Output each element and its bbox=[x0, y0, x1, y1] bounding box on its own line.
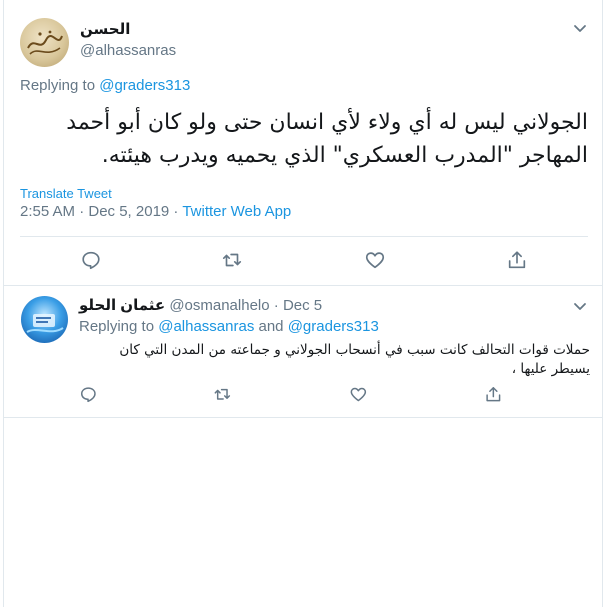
like-icon[interactable] bbox=[364, 249, 386, 271]
chevron-down-icon[interactable] bbox=[572, 20, 588, 36]
replying-to-link-2[interactable]: @graders313 bbox=[288, 318, 379, 335]
reply-header: عثمان الحلو @osmanalhelo · Dec 5 bbox=[79, 296, 322, 314]
chevron-down-icon[interactable] bbox=[572, 298, 588, 314]
tweet-timestamp[interactable]: 2:55 AM · Dec 5, 2019 bbox=[20, 203, 169, 220]
retweet-icon[interactable] bbox=[221, 249, 243, 271]
replying-to-line: Replying to @graders313 bbox=[20, 77, 190, 94]
divider bbox=[4, 285, 602, 286]
reply-text-line-1: حملات قوات التحالف كانت سبب في أنسحاب ال… bbox=[119, 342, 590, 358]
replying-to-prefix: Replying to bbox=[79, 318, 155, 335]
tweet-source[interactable]: Twitter Web App bbox=[182, 203, 291, 220]
reply-date[interactable]: · Dec 5 bbox=[274, 297, 322, 314]
reply-replying-to-line: Replying to @alhassanras and @graders313 bbox=[79, 318, 379, 335]
avatar-alhassanras[interactable] bbox=[20, 18, 69, 67]
meta-separator: · bbox=[169, 203, 183, 220]
tweet-author-name[interactable]: الحسن bbox=[80, 20, 130, 38]
divider bbox=[4, 417, 602, 418]
translate-tweet-link[interactable]: Translate Tweet bbox=[20, 186, 112, 201]
reply-icon[interactable] bbox=[80, 249, 102, 271]
avatar-osmanalhelo[interactable] bbox=[21, 296, 68, 343]
tweet-meta: 2:55 AM · Dec 5, 2019 · Twitter Web App bbox=[20, 203, 291, 220]
reply-text-line-2: يسيطر عليها ، bbox=[511, 361, 590, 377]
retweet-icon[interactable] bbox=[213, 385, 232, 404]
tweet-author-handle[interactable]: @alhassanras bbox=[80, 42, 176, 59]
reply-author-name[interactable]: عثمان الحلو bbox=[79, 297, 165, 314]
reply-author-handle[interactable]: @osmanalhelo bbox=[169, 297, 269, 314]
share-icon[interactable] bbox=[506, 249, 528, 271]
tweet-text-line-2: المهاجر "المدرب العسكري" الذي يحميه ويدر… bbox=[101, 143, 588, 168]
replying-to-and: and bbox=[258, 318, 284, 335]
share-icon[interactable] bbox=[484, 385, 503, 404]
replying-to-link[interactable]: @graders313 bbox=[99, 77, 190, 94]
tweet-text-line-1: الجولاني ليس له أي ولاء لأي انسان حتى ول… bbox=[66, 110, 588, 135]
replying-to-prefix: Replying to bbox=[20, 77, 96, 94]
like-icon[interactable] bbox=[349, 385, 368, 404]
reply-icon[interactable] bbox=[79, 385, 98, 404]
replying-to-link-1[interactable]: @alhassanras bbox=[158, 318, 254, 335]
divider bbox=[20, 236, 588, 237]
